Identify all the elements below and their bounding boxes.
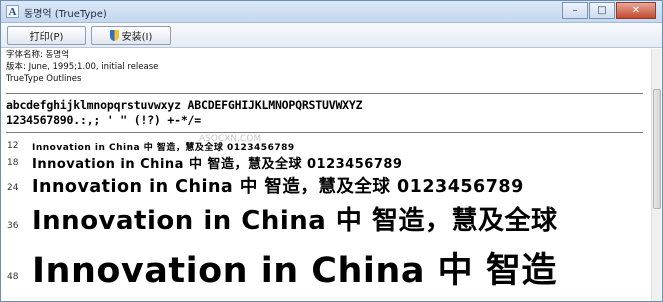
charset-letters: abcdefghijklmnopqrstuvwxyz ABCDEFGHIJKLM… <box>6 98 363 112</box>
font-type-line: TrueType Outlines <box>6 74 82 84</box>
install-button[interactable]: 安装(I) <box>91 26 171 45</box>
uac-shield-icon <box>109 30 119 41</box>
sample-size-label: 36 <box>7 221 19 231</box>
sample-row-12: 12 Innovation in China 中 智造，慧及全球 0123456… <box>1 140 653 154</box>
sample-size-label: 18 <box>7 158 19 168</box>
size-samples: 12 Innovation in China 中 智造，慧及全球 0123456… <box>1 134 653 302</box>
title-bar[interactable]: A 동명억 (TrueType) – □ ✕ <box>1 1 662 23</box>
separator-top <box>6 93 643 94</box>
install-button-label: 安装(I) <box>121 32 153 43</box>
sample-size-label: 48 <box>7 272 19 282</box>
sample-text: Innovation in China 中 智造，慧及全球 0123456789 <box>32 157 403 172</box>
sample-text: Innovation in China 中 智造 <box>32 251 557 291</box>
sample-text: Innovation in China 中 智造，慧及全球 0123456789 <box>32 177 524 197</box>
sample-row-36: 36 Innovation in China 中 智造，慧及全球 <box>1 200 653 240</box>
separator-bottom <box>6 132 643 133</box>
font-name-line: 字体名称: 동명억 <box>6 50 70 60</box>
font-info: 字体名称: 동명억 版本: June, 1995;1.00, initial r… <box>1 49 651 94</box>
maximize-button[interactable]: □ <box>589 2 615 19</box>
sample-row-48: 48 Innovation in China 中 智造 <box>1 242 653 298</box>
font-app-icon: A <box>6 5 19 18</box>
window-controls: – □ ✕ <box>561 2 656 19</box>
sample-size-label: 24 <box>7 183 19 193</box>
minimize-button[interactable]: – <box>562 2 588 19</box>
vertical-scrollbar[interactable] <box>651 49 661 301</box>
window-title: 동명억 (TrueType) <box>24 9 107 20</box>
print-button[interactable]: 打印(P) <box>7 26 86 45</box>
scrollbar-thumb[interactable] <box>653 89 661 209</box>
watermark-text: ASOCXN.COM <box>199 134 262 144</box>
sample-size-label: 12 <box>7 141 19 151</box>
font-preview-window: A 동명억 (TrueType) – □ ✕ 打印(P) 安装(I) 字体名称:… <box>0 0 663 302</box>
print-button-label: 打印(P) <box>29 32 64 43</box>
toolbar: 打印(P) 安装(I) <box>1 23 662 48</box>
character-set: abcdefghijklmnopqrstuvwxyz ABCDEFGHIJKLM… <box>6 98 646 128</box>
font-version-line: 版本: June, 1995;1.00, initial release <box>6 62 159 72</box>
sample-row-18: 18 Innovation in China 中 智造，慧及全球 0123456… <box>1 153 653 173</box>
sample-row-24: 24 Innovation in China 中 智造，慧及全球 0123456… <box>1 173 653 199</box>
sample-text: Innovation in China 中 智造，慧及全球 <box>32 206 558 236</box>
charset-symbols: 1234567890.:,; ' " (!?) +-*/= <box>6 113 201 127</box>
close-button[interactable]: ✕ <box>616 2 656 19</box>
